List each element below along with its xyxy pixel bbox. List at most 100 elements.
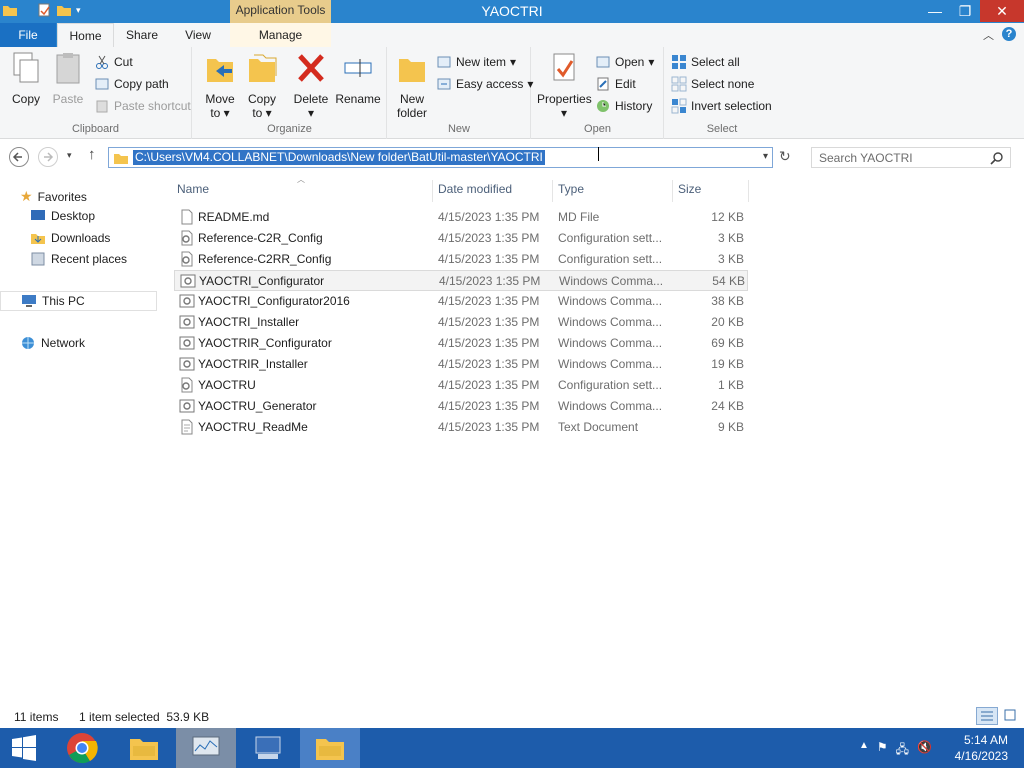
navigation-pane: ★ Favorites Desktop Downloads Recent pla…	[0, 174, 160, 704]
network-icon	[22, 337, 34, 349]
file-explorer-icon	[130, 739, 158, 760]
large-icons-view-button[interactable]	[1002, 707, 1020, 725]
taskbar: ▲ ⚑ 🖧 🔇 5:14 AM 4/16/2023	[0, 728, 1024, 768]
document-icon	[181, 419, 193, 435]
forward-button[interactable]	[38, 147, 58, 167]
edit-button[interactable]: Edit	[595, 76, 636, 92]
table-row[interactable]: YAOCTRIR_Installer 4/15/2023 1:35 PM Win…	[174, 354, 748, 375]
new-item-button[interactable]: New item ▾	[436, 54, 516, 70]
batch-icon	[179, 315, 195, 329]
taskbar-resource-monitor[interactable]	[176, 728, 236, 768]
table-row[interactable]: YAOCTRI_Configurator2016 4/15/2023 1:35 …	[174, 291, 748, 312]
remote-desktop-icon	[255, 736, 281, 759]
copy-to-button[interactable]: Copy to ▾	[242, 51, 282, 120]
folder-icon	[114, 154, 128, 164]
arrow-right-icon	[44, 152, 54, 162]
select-none-button[interactable]: Select none	[671, 76, 754, 92]
chrome-icon	[67, 733, 98, 764]
new-folder-icon	[399, 59, 425, 82]
table-row[interactable]: Reference-C2R_Config 4/15/2023 1:35 PM C…	[174, 228, 748, 249]
taskbar-remote-desktop[interactable]	[238, 728, 298, 768]
close-button[interactable]: ✕	[980, 0, 1024, 22]
nav-network[interactable]: Network	[20, 335, 85, 351]
invert-selection-button[interactable]: Invert selection	[671, 98, 772, 114]
new-group: New folder New item ▾ Easy access ▾ New	[388, 47, 533, 139]
organize-label: Organize	[267, 123, 312, 135]
copy-path-button[interactable]: Copy path	[94, 76, 169, 92]
taskbar-chrome[interactable]	[52, 728, 112, 768]
nav-downloads[interactable]: Downloads	[30, 230, 110, 246]
address-path-text[interactable]: C:\Users\VM4.COLLABNET\Downloads\New fol…	[133, 150, 545, 165]
tab-home[interactable]: Home	[57, 23, 114, 47]
table-row[interactable]: Reference-C2RR_Config 4/15/2023 1:35 PM …	[174, 249, 748, 270]
nav-this-pc[interactable]: This PC	[0, 291, 157, 311]
easy-access-button[interactable]: Easy access ▾	[436, 76, 533, 92]
show-hidden-icons-icon[interactable]: ▲	[859, 740, 869, 761]
new-folder-button[interactable]: New folder	[392, 51, 432, 120]
tab-share[interactable]: Share	[114, 23, 170, 47]
address-dropdown-icon[interactable]: ▾	[763, 151, 768, 162]
tab-view[interactable]: View	[170, 23, 226, 47]
network-status-icon[interactable]: 🖧	[896, 740, 909, 761]
nav-recent-places[interactable]: Recent places	[30, 251, 127, 267]
open-icon	[596, 56, 610, 68]
computer-icon	[22, 295, 36, 307]
taskbar-file-explorer[interactable]	[114, 728, 174, 768]
volume-muted-icon[interactable]: 🔇	[917, 740, 932, 761]
delete-button[interactable]: Delete ▾	[291, 51, 331, 120]
batch-icon	[179, 399, 195, 413]
table-row-selected[interactable]: YAOCTRI_Configurator 4/15/2023 1:35 PM W…	[174, 270, 748, 291]
address-bar[interactable]: C:\Users\VM4.COLLABNET\Downloads\New fol…	[108, 147, 773, 168]
tab-file[interactable]: File	[0, 23, 56, 47]
select-all-button[interactable]: Select all	[671, 54, 740, 70]
back-button[interactable]	[9, 147, 29, 167]
properties-button[interactable]: Properties ▾	[537, 51, 592, 120]
search-box[interactable]: Search YAOCTRI	[811, 147, 1011, 168]
batch-icon	[179, 294, 195, 308]
open-label: Open	[584, 123, 611, 135]
help-icon[interactable]: ?	[1002, 27, 1016, 41]
batch-icon	[179, 357, 195, 371]
copy-button[interactable]: Copy	[6, 51, 46, 106]
maximize-button[interactable]: ❐	[950, 0, 980, 22]
paste-button[interactable]: Paste	[48, 51, 88, 106]
table-row[interactable]: YAOCTRU_Generator 4/15/2023 1:35 PM Wind…	[174, 396, 748, 417]
table-row[interactable]: README.md 4/15/2023 1:35 PM MD File 12 K…	[174, 207, 748, 228]
up-arrow-icon[interactable]: ↑	[88, 146, 96, 163]
title-bar: ▾ Application Tools YAOCTRI — ❐ ✕	[0, 0, 1024, 23]
table-row[interactable]: YAOCTRU 4/15/2023 1:35 PM Configuration …	[174, 375, 748, 396]
column-date-modified[interactable]: Date modified	[438, 182, 512, 196]
column-name[interactable]: Name	[177, 182, 209, 196]
clock[interactable]: 5:14 AM 4/16/2023	[955, 732, 1008, 764]
paste-shortcut-icon	[96, 100, 108, 113]
start-button[interactable]	[0, 728, 48, 768]
recent-locations-chevron-icon[interactable]: ▾	[67, 150, 72, 161]
nav-desktop[interactable]: Desktop	[30, 209, 95, 223]
action-center-icon[interactable]: ⚑	[877, 740, 888, 761]
taskbar-file-explorer-active[interactable]	[300, 728, 360, 768]
table-row[interactable]: YAOCTRU_ReadMe 4/15/2023 1:35 PM Text Do…	[174, 417, 748, 438]
rename-button[interactable]: Rename	[335, 51, 381, 106]
history-button[interactable]: History	[595, 98, 652, 114]
move-to-button[interactable]: Move to ▾	[200, 51, 240, 120]
table-row[interactable]: YAOCTRI_Installer 4/15/2023 1:35 PM Wind…	[174, 312, 748, 333]
windows-logo-icon	[12, 735, 36, 761]
minimize-button[interactable]: —	[920, 0, 950, 22]
tab-manage[interactable]: Manage	[230, 23, 331, 47]
column-headers: ︿ Name Date modified Type Size	[170, 175, 750, 202]
select-label: Select	[706, 123, 738, 135]
chevron-up-icon[interactable]: ︿	[983, 27, 994, 43]
table-row[interactable]: YAOCTRIR_Configurator 4/15/2023 1:35 PM …	[174, 333, 748, 354]
monitor-chart-icon	[192, 736, 220, 756]
search-icon[interactable]	[990, 151, 1004, 165]
cut-button[interactable]: Cut	[94, 54, 133, 70]
sort-ascending-icon: ︿	[297, 175, 305, 184]
open-button[interactable]: Open ▾	[595, 54, 654, 70]
refresh-icon[interactable]: ↻	[779, 148, 791, 165]
details-view-button[interactable]	[976, 707, 998, 725]
column-size[interactable]: Size	[678, 182, 701, 196]
downloads-folder-icon	[31, 234, 45, 244]
column-type[interactable]: Type	[558, 182, 584, 196]
paste-shortcut-button[interactable]: Paste shortcut	[94, 98, 191, 114]
nav-favorites[interactable]: ★ Favorites	[20, 188, 87, 205]
